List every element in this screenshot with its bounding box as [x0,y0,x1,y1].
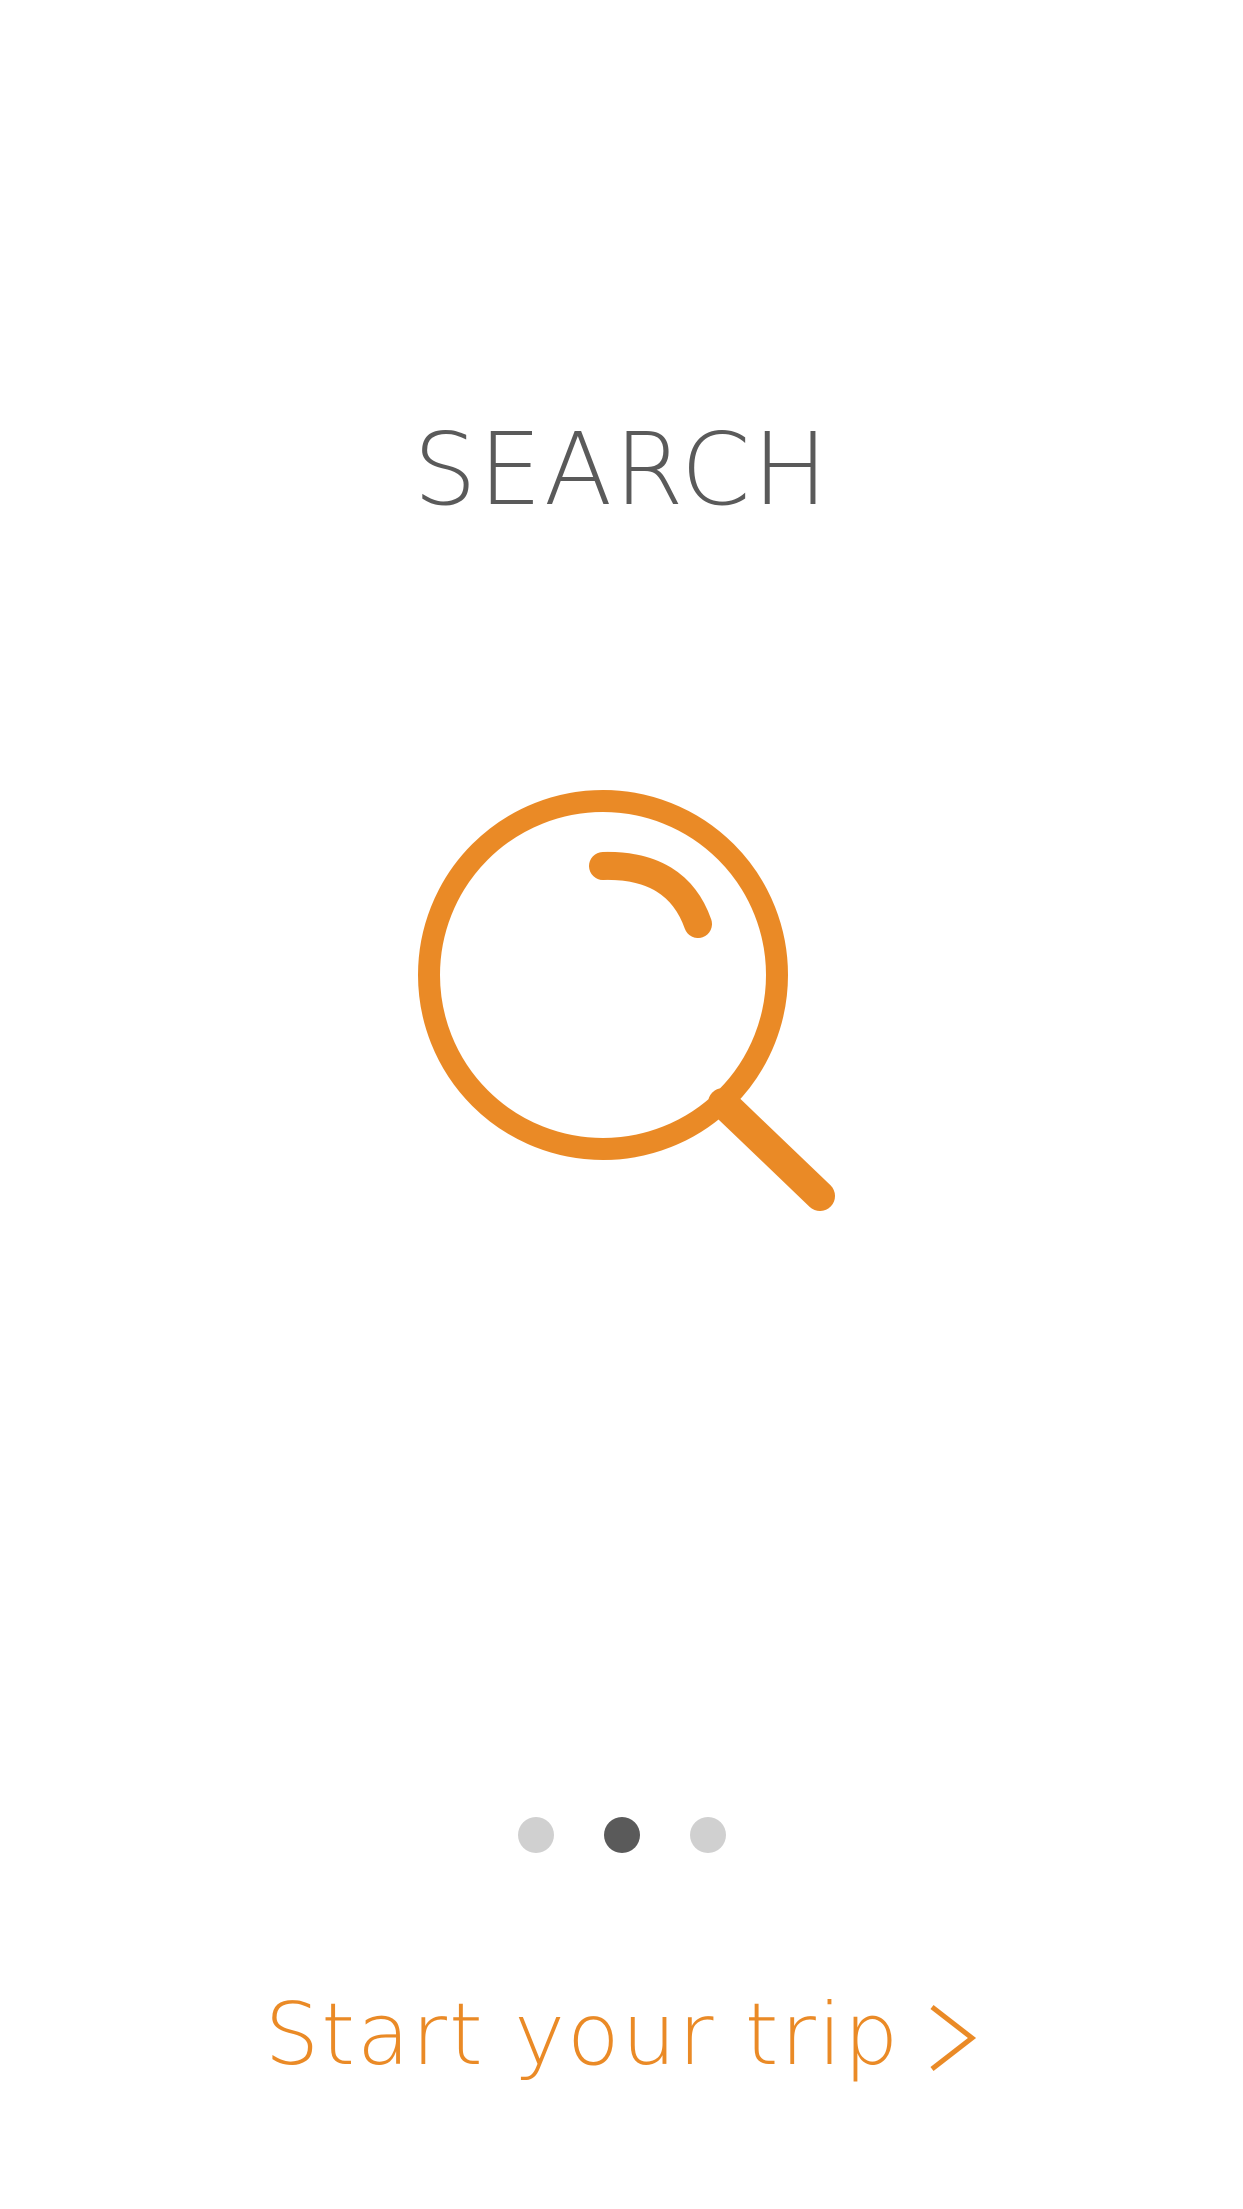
page-dot-2[interactable] [603,1817,640,1853]
lens-glint [589,851,712,938]
start-your-trip-button[interactable]: Start your trip [0,1985,1243,2085]
start-your-trip-label: Start your trip [264,1985,901,2085]
handle [708,1088,835,1211]
page-title: SEARCH [413,411,830,528]
chevron-right-icon [930,2005,977,2071]
search-icon [418,790,835,1211]
page-dot-3[interactable] [689,1817,726,1853]
page-indicator [0,1817,1243,1853]
page-dot-1[interactable] [517,1817,554,1853]
